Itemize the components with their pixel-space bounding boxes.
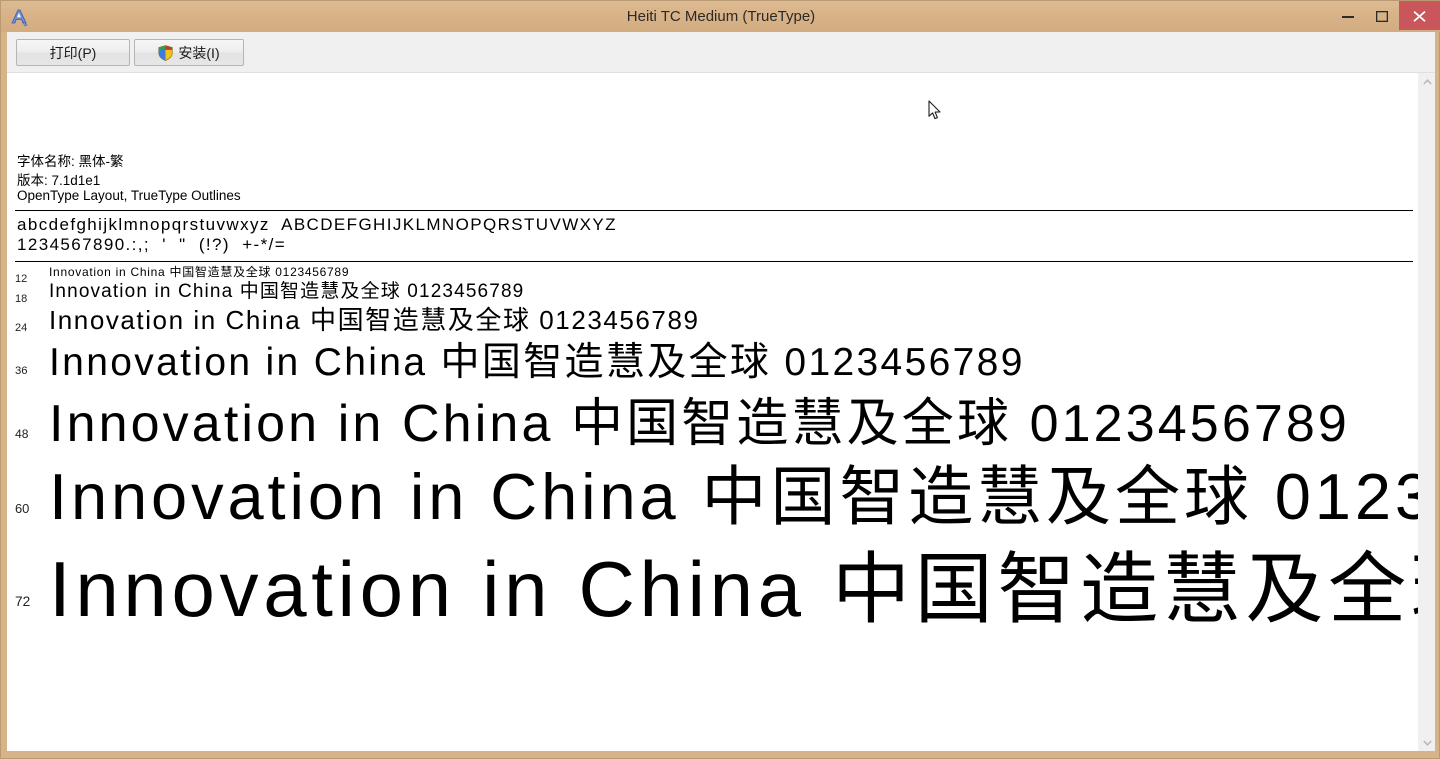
maximize-icon — [1376, 11, 1388, 22]
print-button[interactable]: 打印(P) — [16, 39, 130, 66]
sample-text: Innovation in China 中国智造慧及全球 0123456789 — [49, 305, 700, 335]
divider-bottom — [15, 261, 1413, 262]
sample-text: Innovation in China 中国智造慧及全球 0123456789 — [49, 545, 1418, 633]
scroll-down-button[interactable] — [1419, 734, 1435, 751]
font-preview-content: 字体名称: 黑体-繁 版本: 7.1d1e1 OpenType Layout, … — [7, 73, 1418, 751]
minimize-button[interactable] — [1331, 1, 1365, 30]
specimen-alphabet-line: abcdefghijklmnopqrstuvwxyz ABCDEFGHIJKLM… — [17, 215, 617, 234]
font-preview-window: Heiti TC Medium (TrueType) 打印(P) 安装(I) 字… — [0, 0, 1440, 759]
window-title: Heiti TC Medium (TrueType) — [626, 8, 816, 25]
scroll-up-button[interactable] — [1419, 73, 1435, 90]
sample-size-label: 48 — [15, 427, 29, 442]
vertical-scrollbar[interactable] — [1418, 73, 1435, 751]
sample-size-label: 72 — [15, 594, 31, 610]
sample-text: Innovation in China 中国智造慧及全球 0123456789 — [49, 395, 1350, 453]
title-bar[interactable]: Heiti TC Medium (TrueType) — [1, 1, 1440, 32]
print-button-label: 打印(P) — [49, 44, 97, 61]
uac-shield-icon — [158, 44, 173, 61]
divider-top — [15, 210, 1413, 211]
sample-text: Innovation in China 中国智造慧及全球 0123456789 — [49, 460, 1418, 533]
sample-text: Innovation in China 中国智造慧及全球 0123456789 — [49, 265, 350, 279]
maximize-button[interactable] — [1365, 1, 1399, 30]
install-button[interactable]: 安装(I) — [134, 39, 244, 66]
chevron-up-icon — [1423, 78, 1432, 85]
sample-size-label: 36 — [15, 365, 28, 378]
sample-text: Innovation in China 中国智造慧及全球 0123456789 — [49, 341, 1025, 384]
install-button-label: 安装(I) — [178, 44, 220, 61]
sample-size-label: 12 — [15, 273, 28, 286]
font-name-line: 字体名称: 黑体-繁 — [17, 154, 124, 169]
sample-size-label: 24 — [15, 322, 28, 335]
font-outline-line: OpenType Layout, TrueType Outlines — [17, 188, 241, 203]
chevron-down-icon — [1423, 739, 1432, 746]
font-preview-icon — [9, 7, 29, 27]
font-version-line: 版本: 7.1d1e1 — [17, 173, 101, 188]
preview-client-area: 字体名称: 黑体-繁 版本: 7.1d1e1 OpenType Layout, … — [7, 73, 1435, 751]
close-icon — [1413, 11, 1426, 22]
toolbar: 打印(P) 安装(I) — [7, 32, 1435, 73]
close-button[interactable] — [1399, 1, 1440, 30]
specimen-digits-line: 1234567890.:,; ' " (!?) +-*/= — [17, 235, 287, 254]
sample-text: Innovation in China 中国智造慧及全球 0123456789 — [49, 281, 525, 302]
sample-size-label: 18 — [15, 292, 28, 305]
sample-size-label: 60 — [15, 501, 30, 517]
minimize-icon — [1342, 16, 1354, 18]
